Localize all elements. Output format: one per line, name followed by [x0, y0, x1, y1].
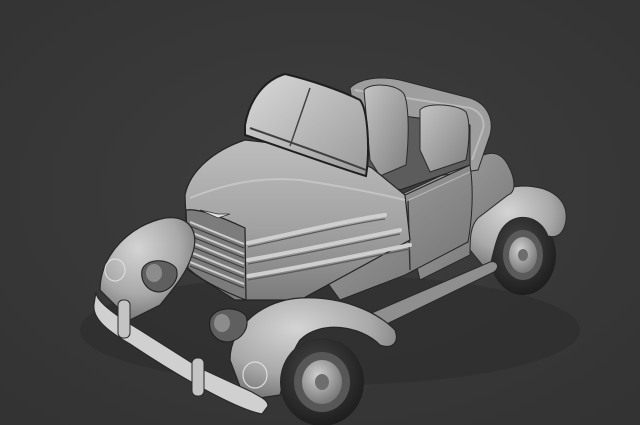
bumper-guard-left	[117, 299, 131, 339]
rear-seat	[419, 104, 470, 173]
3d-viewport[interactable]	[0, 0, 640, 425]
bumper-guard-right	[191, 357, 205, 397]
render-canvas	[0, 0, 640, 425]
front-wheel	[280, 338, 364, 425]
